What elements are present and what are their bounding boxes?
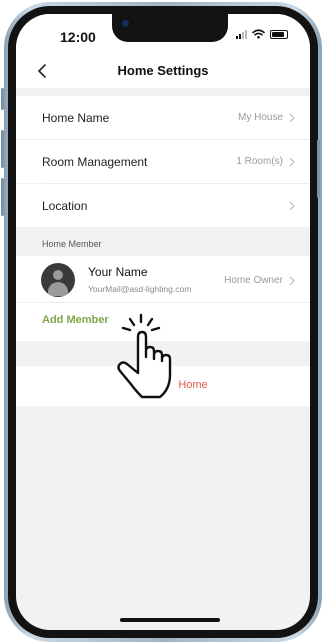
home-name-value: My House xyxy=(237,112,283,123)
room-management-value: 1 Room(s) xyxy=(236,156,283,167)
camera-icon xyxy=(122,20,129,27)
member-role: Home Owner xyxy=(224,275,283,286)
wifi-icon xyxy=(252,29,265,39)
member-name: Your Name xyxy=(88,265,148,279)
home-name-row[interactable]: Home Name My House xyxy=(16,96,310,139)
notch xyxy=(112,14,228,42)
chevron-right-icon xyxy=(289,276,295,286)
nav-bar: Home Settings xyxy=(16,54,310,88)
power-button xyxy=(317,140,320,198)
avatar-icon xyxy=(41,263,75,297)
chevron-right-icon xyxy=(289,157,295,166)
page-title: Home Settings xyxy=(117,63,209,78)
status-time: 12:00 xyxy=(60,29,96,45)
status-icons xyxy=(236,29,288,39)
room-management-row[interactable]: Room Management 1 Room(s) xyxy=(16,140,310,183)
side-button xyxy=(1,88,4,110)
member-email: YourMail@asd-lighting.com xyxy=(88,284,192,294)
pointing-hand-icon xyxy=(117,313,172,399)
volume-down-button xyxy=(1,178,4,216)
member-row-owner[interactable]: Your Name YourMail@asd-lighting.com Home… xyxy=(16,256,310,302)
battery-icon xyxy=(270,29,288,39)
location-label: Location xyxy=(42,198,88,213)
room-management-label: Room Management xyxy=(42,154,148,169)
home-name-label: Home Name xyxy=(42,110,110,125)
chevron-right-icon xyxy=(289,201,295,210)
location-row[interactable]: Location xyxy=(16,184,310,227)
chevron-right-icon xyxy=(289,113,295,122)
home-member-section-label: Home Member xyxy=(42,239,102,249)
home-indicator xyxy=(120,618,220,622)
signal-icon xyxy=(236,29,247,39)
volume-up-button xyxy=(1,130,4,168)
add-member-label: Add Member xyxy=(42,314,109,326)
